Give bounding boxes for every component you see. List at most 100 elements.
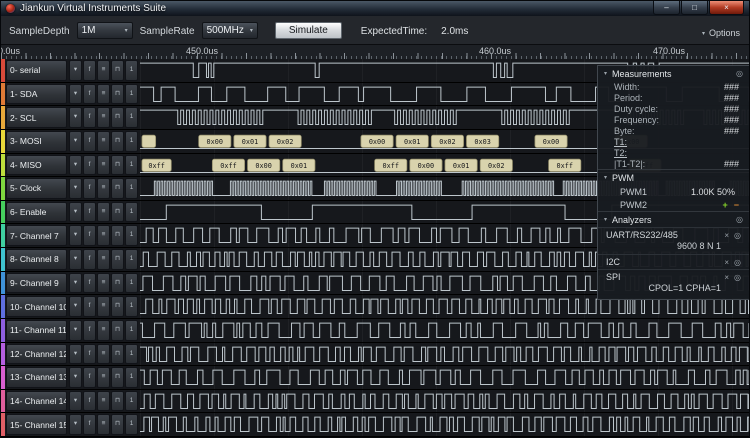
channel-setting-button[interactable]: 1: [125, 414, 138, 435]
measurement-label[interactable]: T1:: [614, 137, 627, 147]
channel-setting-button[interactable]: ≡: [97, 202, 110, 223]
channel-setting-button[interactable]: ≡: [97, 225, 110, 246]
channel-label[interactable]: 1- SDA: [6, 84, 67, 105]
sample-rate-select[interactable]: 500MHz ▾: [202, 22, 258, 39]
channel-setting-button[interactable]: ⊓: [111, 273, 124, 294]
channel-waveform[interactable]: [140, 366, 749, 389]
channel-label[interactable]: 6- Enable: [6, 202, 67, 223]
channel-setting-button[interactable]: ≡: [97, 131, 110, 152]
channel-setting-button[interactable]: f: [83, 155, 96, 176]
pwm-header[interactable]: ▾ PWM: [598, 169, 749, 185]
close-button[interactable]: ×: [709, 1, 744, 15]
channel-waveform[interactable]: [140, 413, 749, 436]
channel-setting-button[interactable]: f: [83, 414, 96, 435]
channel-label[interactable]: 11- Channel 11: [6, 320, 67, 341]
channel-setting-button[interactable]: f: [83, 107, 96, 128]
channel-setting-button[interactable]: 1: [125, 391, 138, 412]
analyzer-snapshot-icon[interactable]: ◎: [734, 273, 741, 282]
measurement-label[interactable]: T2:: [614, 148, 627, 158]
channel-setting-button[interactable]: ⊓: [111, 202, 124, 223]
channel-setting-button[interactable]: ⊓: [111, 131, 124, 152]
channel-setting-button[interactable]: f: [83, 178, 96, 199]
channel-setting-button[interactable]: f: [83, 131, 96, 152]
channel-setting-button[interactable]: 1: [125, 131, 138, 152]
channel-setting-button[interactable]: ≡: [97, 107, 110, 128]
snapshot-icon[interactable]: ◎: [736, 69, 743, 78]
channel-label[interactable]: 0- serial: [6, 60, 67, 81]
channel-setting-button[interactable]: 1: [125, 60, 138, 81]
channel-setting-button[interactable]: ⊓: [111, 391, 124, 412]
channel-setting-button[interactable]: ≡: [97, 296, 110, 317]
channel-trigger-button[interactable]: ▾: [69, 225, 82, 246]
channel-trigger-button[interactable]: ▾: [69, 320, 82, 341]
channel-trigger-button[interactable]: ▾: [69, 155, 82, 176]
channel-setting-button[interactable]: f: [83, 249, 96, 270]
channel-setting-button[interactable]: ≡: [97, 178, 110, 199]
channel-setting-button[interactable]: ⊓: [111, 155, 124, 176]
channel-setting-button[interactable]: ⊓: [111, 249, 124, 270]
title-bar[interactable]: Jiankun Virtual Instruments Suite – □ ×: [1, 1, 749, 16]
timeline-ruler[interactable]: 440.0us450.0us460.0us470.0us: [1, 45, 749, 60]
channel-setting-button[interactable]: ≡: [97, 249, 110, 270]
channel-setting-button[interactable]: ⊓: [111, 178, 124, 199]
channel-trigger-button[interactable]: ▾: [69, 178, 82, 199]
channel-trigger-button[interactable]: ▾: [69, 60, 82, 81]
channel-setting-button[interactable]: ≡: [97, 84, 110, 105]
channel-setting-button[interactable]: ≡: [97, 344, 110, 365]
channel-setting-button[interactable]: ≡: [97, 155, 110, 176]
channel-setting-button[interactable]: ≡: [97, 273, 110, 294]
channel-setting-button[interactable]: f: [83, 296, 96, 317]
channel-setting-button[interactable]: 1: [125, 296, 138, 317]
channel-setting-button[interactable]: 1: [125, 107, 138, 128]
channel-setting-button[interactable]: f: [83, 344, 96, 365]
channel-label[interactable]: 3- MOSI: [6, 131, 67, 152]
channel-label[interactable]: 5- Clock: [6, 178, 67, 199]
channel-label[interactable]: 10- Channel 10: [6, 296, 67, 317]
channel-setting-button[interactable]: 1: [125, 344, 138, 365]
channel-trigger-button[interactable]: ▾: [69, 84, 82, 105]
channel-label[interactable]: 4- MISO: [6, 155, 67, 176]
channel-setting-button[interactable]: ⊓: [111, 107, 124, 128]
channel-setting-button[interactable]: ⊓: [111, 60, 124, 81]
channel-setting-button[interactable]: ⊓: [111, 225, 124, 246]
channel-setting-button[interactable]: ≡: [97, 367, 110, 388]
channel-label[interactable]: 9- Channel 9: [6, 273, 67, 294]
channel-setting-button[interactable]: ≡: [97, 320, 110, 341]
channel-waveform[interactable]: [140, 319, 749, 342]
analyzer-remove-icon[interactable]: ×: [724, 258, 729, 267]
channel-setting-button[interactable]: ⊓: [111, 84, 124, 105]
channel-setting-button[interactable]: 1: [125, 367, 138, 388]
analyzer-remove-icon[interactable]: ×: [724, 231, 729, 240]
channel-setting-button[interactable]: f: [83, 84, 96, 105]
channel-setting-button[interactable]: 1: [125, 84, 138, 105]
channel-setting-button[interactable]: 1: [125, 178, 138, 199]
snapshot-icon[interactable]: ◎: [736, 215, 743, 224]
channel-trigger-button[interactable]: ▾: [69, 249, 82, 270]
sample-depth-select[interactable]: 1M ▾: [77, 22, 133, 39]
maximize-button[interactable]: □: [681, 1, 708, 15]
minimize-button[interactable]: –: [653, 1, 680, 15]
channel-trigger-button[interactable]: ▾: [69, 202, 82, 223]
channel-setting-button[interactable]: ⊓: [111, 296, 124, 317]
channel-label[interactable]: 8- Channel 8: [6, 249, 67, 270]
channel-trigger-button[interactable]: ▾: [69, 131, 82, 152]
channel-label[interactable]: 15- Channel 15: [6, 414, 67, 435]
channel-setting-button[interactable]: 1: [125, 225, 138, 246]
channel-label[interactable]: 14- Channel 14: [6, 391, 67, 412]
channel-setting-button[interactable]: f: [83, 391, 96, 412]
analyzer-snapshot-icon[interactable]: ◎: [734, 258, 741, 267]
channel-setting-button[interactable]: 1: [125, 320, 138, 341]
channel-setting-button[interactable]: ≡: [97, 60, 110, 81]
channel-setting-button[interactable]: 1: [125, 273, 138, 294]
channel-setting-button[interactable]: ⊓: [111, 344, 124, 365]
channel-setting-button[interactable]: ≡: [97, 414, 110, 435]
channel-setting-button[interactable]: ⊓: [111, 414, 124, 435]
channel-trigger-button[interactable]: ▾: [69, 296, 82, 317]
options-toggle[interactable]: ▾ Options: [702, 28, 740, 38]
measurements-header[interactable]: ▾ Measurements ◎: [598, 66, 749, 81]
analyzer-item[interactable]: SPI×◎CPOL=1 CPHA=1: [598, 269, 749, 296]
analyzer-item[interactable]: UART/RS232/485×◎9600 8 N 1: [598, 227, 749, 254]
channel-setting-button[interactable]: 1: [125, 202, 138, 223]
analyzer-snapshot-icon[interactable]: ◎: [734, 231, 741, 240]
channel-label[interactable]: 7- Channel 7: [6, 225, 67, 246]
